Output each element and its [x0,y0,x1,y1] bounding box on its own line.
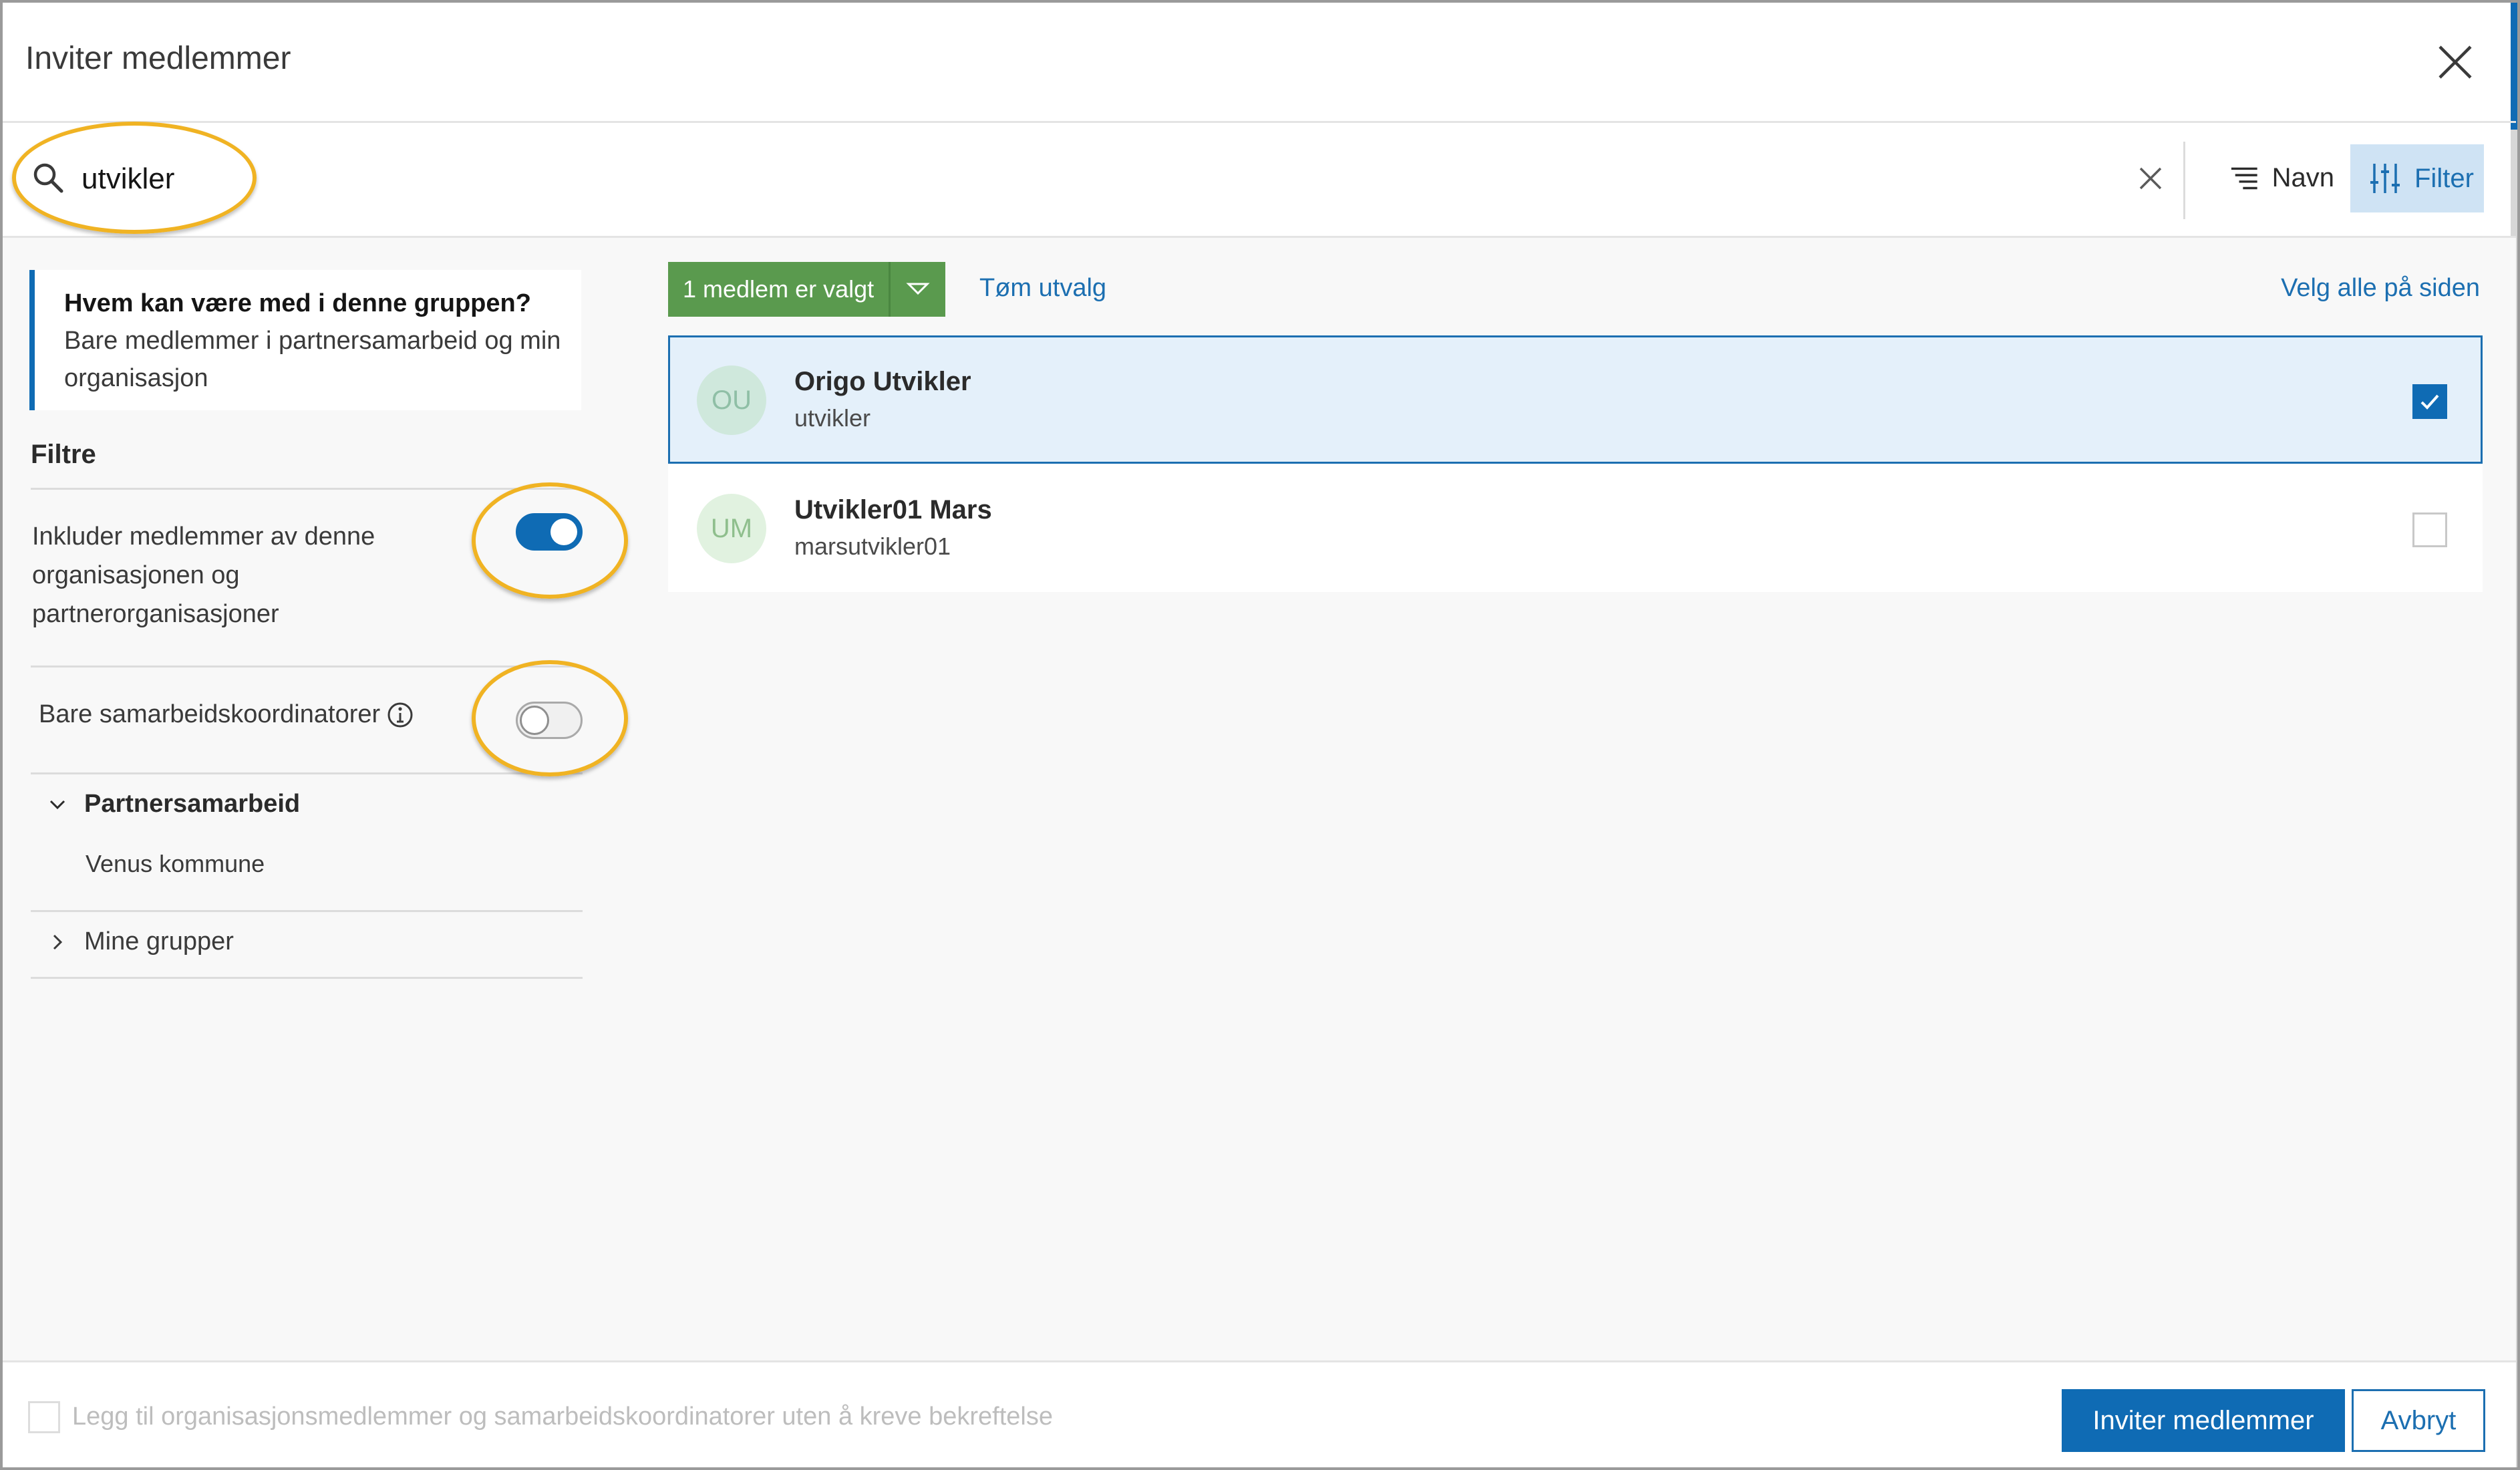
chevron-down-icon [49,800,65,809]
tree-child-venus-kommune[interactable]: Venus kommune [86,850,265,878]
membership-info-notice: Hvem kan være med i denne gruppen? Bare … [29,270,581,410]
member-name: Origo Utvikler [794,367,971,396]
coordinators-label: Bare samarbeidskoordinatorer [39,700,381,728]
member-username: marsutvikler01 [794,533,951,560]
divider [2183,142,2185,219]
dialog-footer: Legg til organisasjonsmedlemmer og samar… [3,1360,2516,1467]
include-members-label: Inkluder medlemmer av denne organisasjon… [32,523,375,628]
info-text: Bare medlemmer i partnersamarbeid og min… [64,327,561,392]
list-item[interactable]: OU Origo Utvikler utvikler [668,335,2483,464]
sort-button[interactable]: Navn [2214,144,2334,211]
tree-item-partnersamarbeid[interactable]: Partnersamarbeid [47,790,300,819]
member-name: Utvikler01 Mars [794,495,992,525]
divider [31,910,583,912]
divider [31,666,583,668]
info-title: Hvem kan være med i denne gruppen? [64,289,531,317]
divider [31,488,583,490]
member-username: utvikler [794,404,871,432]
coordinators-toggle[interactable] [516,702,583,739]
caret-down-icon[interactable] [891,262,946,317]
list-item[interactable]: UM Utvikler01 Mars marsutvikler01 [668,464,2483,592]
include-members-toggle[interactable] [516,513,583,551]
skip-confirmation-label: Legg til organisasjonsmedlemmer og samar… [72,1403,1053,1431]
tree-item-label: Mine grupper [84,927,234,956]
close-icon[interactable] [2434,41,2476,83]
members-list: OU Origo Utvikler utvikler UM Utvikler01… [668,335,2483,592]
info-icon[interactable] [387,702,414,728]
member-checkbox[interactable] [2412,512,2447,547]
divider [31,977,583,979]
select-all-link[interactable]: Velg alle på siden [2281,274,2480,303]
divider [31,772,583,774]
search-bar: Navn Filter [3,123,2516,238]
clear-search-icon[interactable] [2135,163,2166,194]
checkmark-icon [2420,394,2439,410]
skip-confirmation-checkbox[interactable] [28,1401,60,1433]
filters-heading: Filtre [31,440,96,469]
selected-count-label[interactable]: 1 medlem er valgt [668,262,891,317]
filter-button[interactable]: Filter [2350,144,2484,212]
cancel-button[interactable]: Avbryt [2352,1389,2485,1452]
selected-count-dropdown[interactable]: 1 medlem er valgt [668,262,946,317]
tree-item-mine-grupper[interactable]: Mine grupper [47,927,234,956]
coordinators-label-row: Bare samarbeidskoordinatorer [39,700,414,729]
main-content: Hvem kan være med i denne gruppen? Bare … [3,238,2516,1360]
tree-item-label: Partnersamarbeid [84,790,301,818]
avatar: OU [697,365,766,435]
dialog-header: Inviter medlemmer [3,3,2516,123]
sliders-icon [2370,164,2400,193]
filter-label: Filter [2414,163,2474,193]
dialog-title: Inviter medlemmer [25,41,291,76]
member-checkbox[interactable] [2412,384,2447,419]
clear-selection-link[interactable]: Tøm utvalg [979,274,1106,303]
sort-label: Navn [2271,162,2334,192]
invite-members-dialog: Inviter medlemmer Navn Filter Hvem kan v… [0,0,2520,1470]
chevron-right-icon [53,934,63,949]
search-input[interactable] [82,152,2086,206]
search-icon [31,160,65,195]
avatar: UM [697,494,766,563]
sort-lines-icon [2231,167,2257,190]
invite-members-button[interactable]: Inviter medlemmer [2062,1389,2345,1452]
